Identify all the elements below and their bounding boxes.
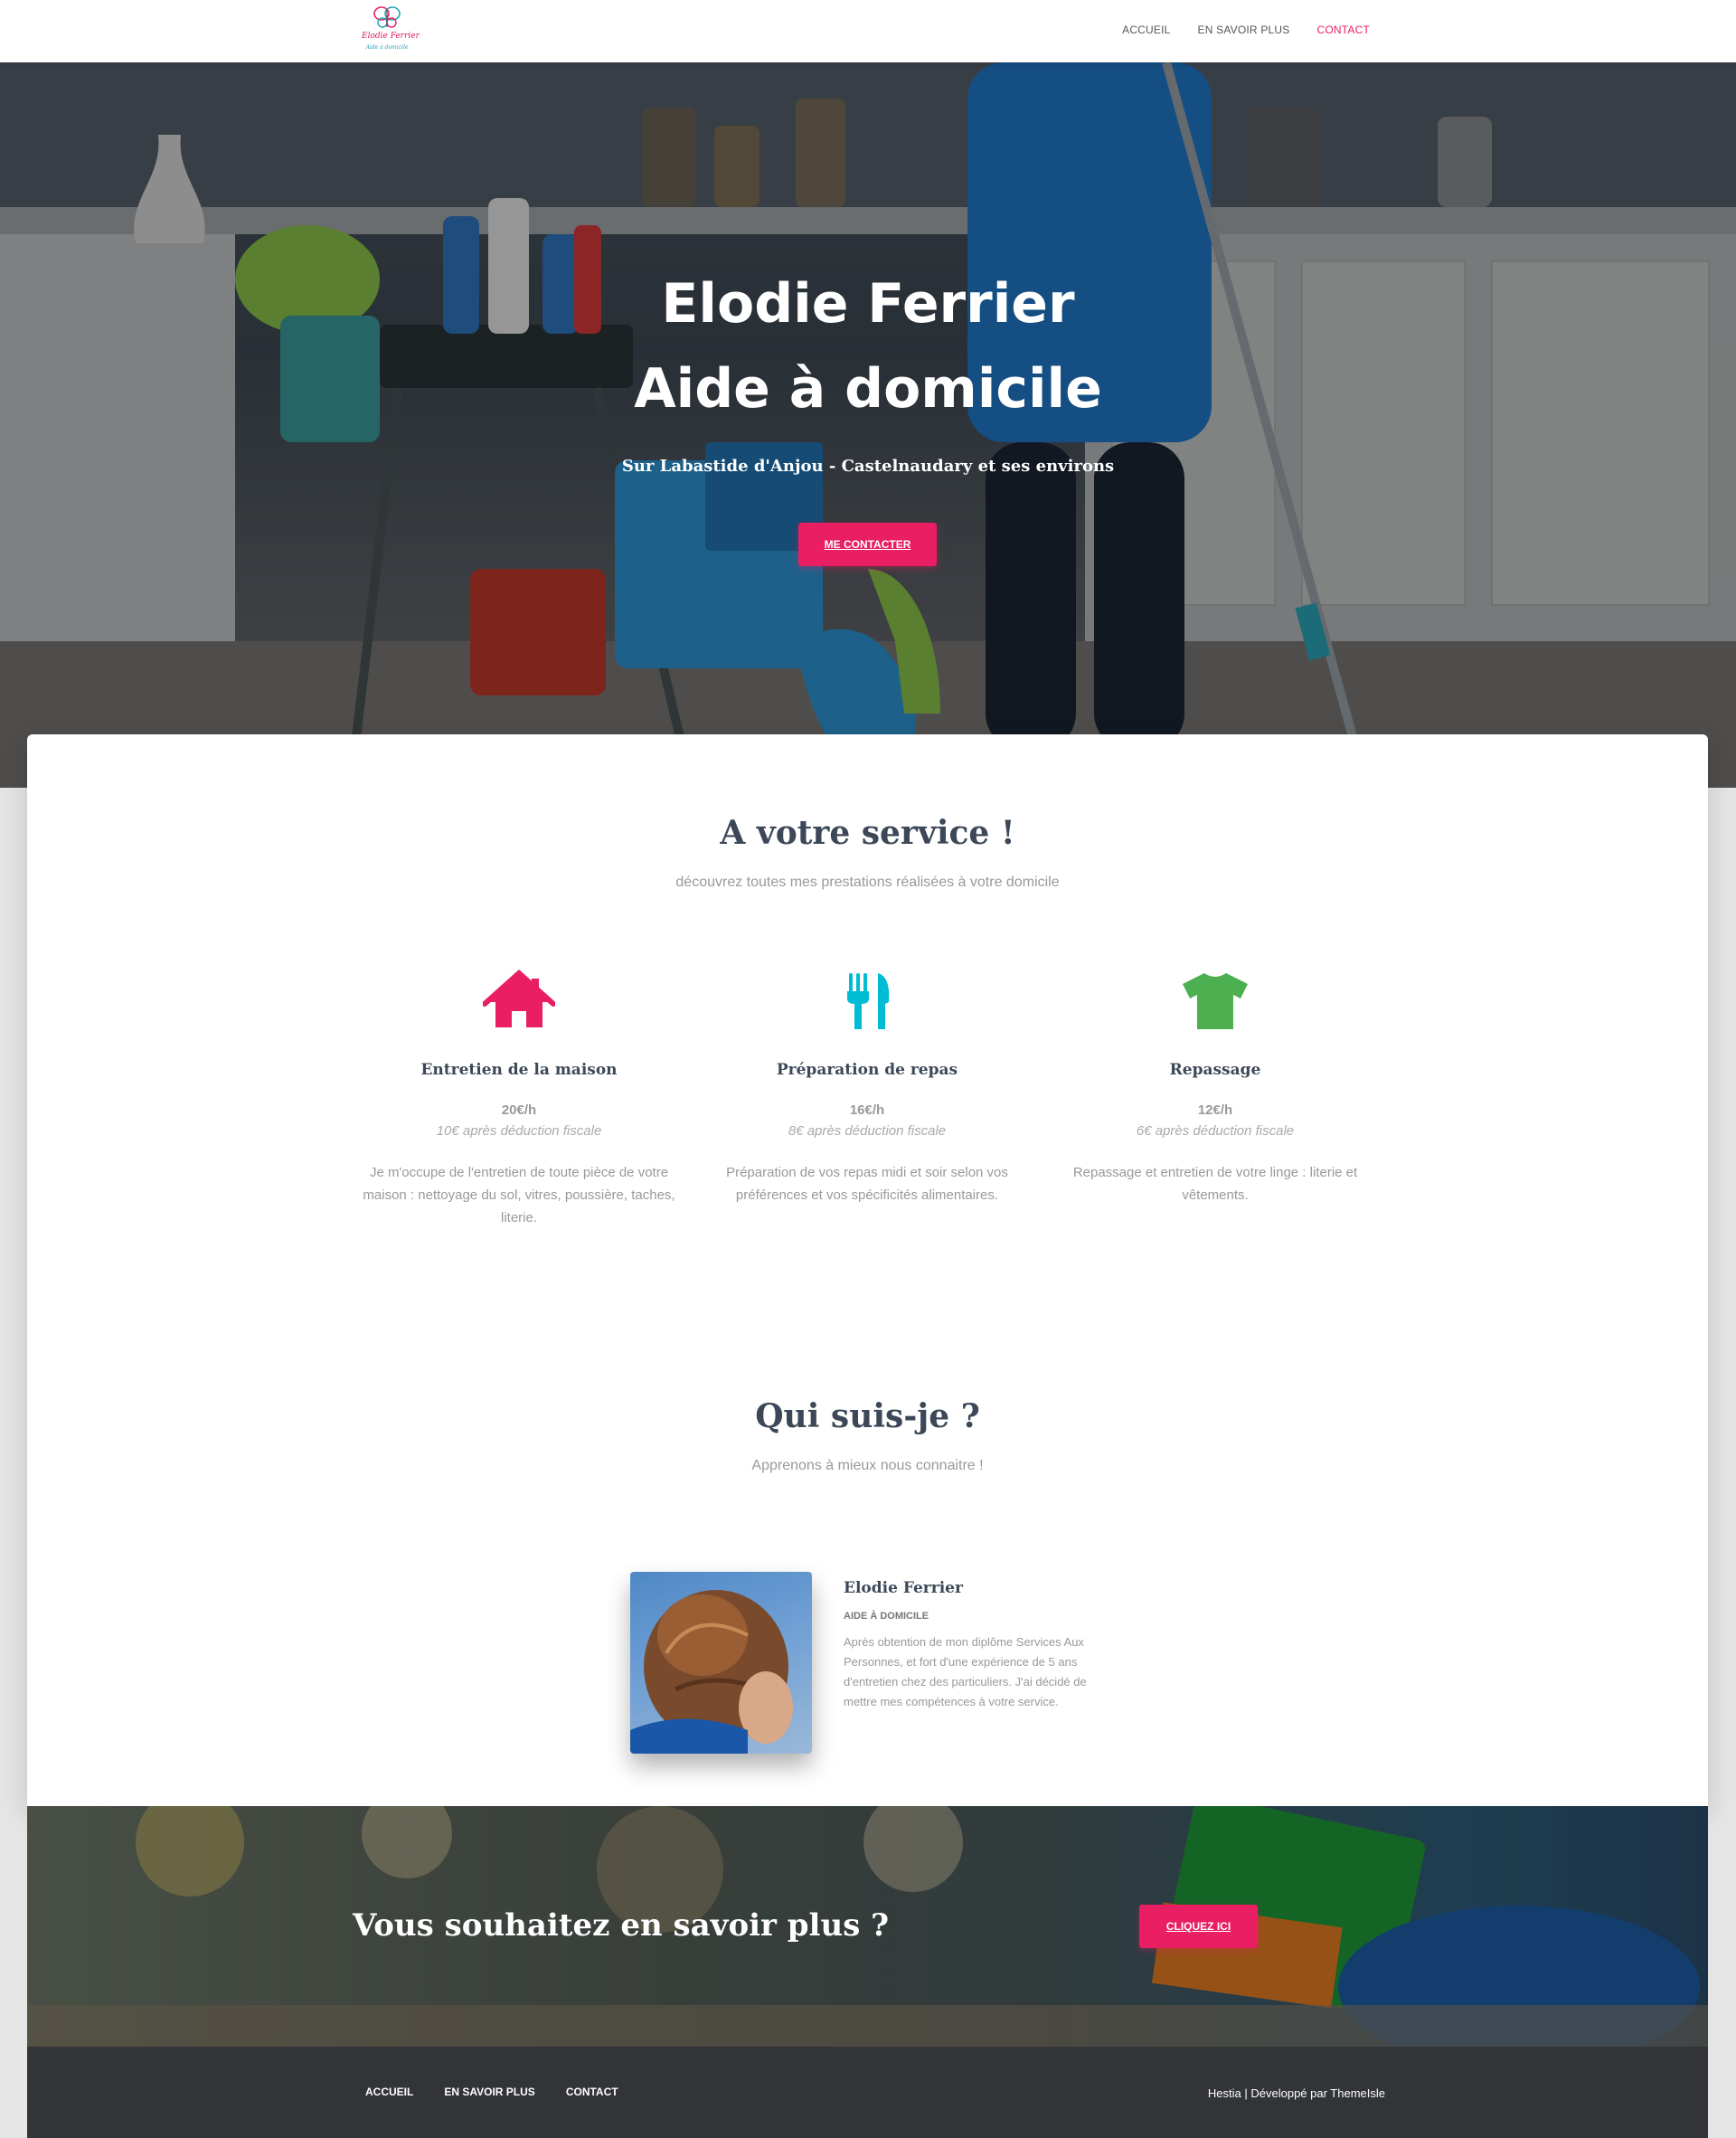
service-name: Repassage [1169, 1061, 1261, 1079]
logo-brand: Elodie Ferrier [362, 32, 420, 41]
service-card-repas: Préparation de repas 16€/h 8€ après dédu… [704, 970, 1030, 1206]
service-card-entretien: Entretien de la maison 20€/h 10€ après d… [356, 969, 682, 1229]
footer-nav: ACCUEIL EN SAVOIR PLUS CONTACT [365, 2086, 618, 2098]
service-description: Repassage et entretien de votre linge : … [1072, 1165, 1358, 1203]
navbar: Elodie Ferrier Aide à domicile ACCUEIL E… [0, 0, 1736, 62]
main-nav: ACCUEIL EN SAVOIR PLUS CONTACT [1122, 24, 1370, 36]
footer-nav-en-savoir-plus[interactable]: EN SAVOIR PLUS [444, 2086, 534, 2098]
service-name: Entretien de la maison [420, 1061, 618, 1079]
footer: ACCUEIL EN SAVOIR PLUS CONTACT Hestia | … [27, 2047, 1708, 2138]
team-member-photo [630, 1572, 812, 1754]
service-tax-note: 8€ après déduction fiscale [788, 1123, 947, 1139]
service-description: Préparation de vos repas midi et soir se… [726, 1165, 1008, 1203]
nav-accueil[interactable]: ACCUEIL [1122, 24, 1170, 36]
portrait-image [630, 1590, 793, 1754]
service-name: Préparation de repas [776, 1061, 958, 1079]
team-member-info: Elodie Ferrier AIDE À DOMICILE Après obt… [844, 1579, 1115, 1712]
nav-contact[interactable]: CONTACT [1316, 24, 1370, 36]
logo-tagline: Aide à domicile [365, 44, 409, 51]
nav-en-savoir-plus[interactable]: EN SAVOIR PLUS [1198, 24, 1290, 36]
main-content-card: A votre service ! découvrez toutes mes p… [27, 734, 1708, 1806]
service-price: 16€/h [849, 1102, 885, 1118]
service-price: 12€/h [1197, 1102, 1233, 1118]
service-tax-note: 6€ après déduction fiscale [1136, 1123, 1295, 1139]
about-subtitle: Apprenons à mieux nous connaitre ! [751, 1458, 984, 1473]
footer-nav-accueil[interactable]: ACCUEIL [365, 2086, 413, 2098]
services-subtitle: découvrez toutes mes prestations réalisé… [675, 875, 1060, 890]
footer-nav-contact[interactable]: CONTACT [566, 2086, 618, 2098]
home-icon [482, 969, 556, 1027]
cta-title: Vous souhaitez en savoir plus ? [353, 1907, 890, 1944]
tshirt-icon [1183, 973, 1248, 1029]
contact-me-button[interactable]: ME CONTACTER [798, 523, 937, 566]
team-member-name: Elodie Ferrier [844, 1579, 963, 1597]
hero-section: Elodie Ferrier Aide à domicile Sur Labas… [0, 62, 1736, 788]
service-card-repassage: Repassage 12€/h 6€ après déduction fisca… [1052, 970, 1378, 1206]
butterfly-icon [373, 6, 401, 28]
hero-subtitle: Sur Labastide d'Anjou - Castelnaudary et… [621, 457, 1115, 476]
cutlery-icon [847, 973, 890, 1029]
service-price: 20€/h [501, 1102, 537, 1118]
team-member-role: AIDE À DOMICILE [844, 1611, 929, 1622]
click-here-button[interactable]: CLIQUEZ ICI [1139, 1905, 1258, 1948]
hero-text: Elodie Ferrier Aide à domicile Sur Labas… [0, 261, 1736, 476]
services-title: A votre service ! [720, 814, 1015, 852]
about-title: Qui suis-je ? [755, 1397, 980, 1435]
hero-title-line1: Elodie Ferrier [661, 272, 1075, 336]
service-tax-note: 10€ après déduction fiscale [436, 1123, 602, 1139]
cta-section: Vous souhaitez en savoir plus ? CLIQUEZ … [27, 1806, 1708, 2047]
team-member-description: Après obtention de mon diplôme Services … [844, 1635, 1087, 1708]
hero-title-line2: Aide à domicile [634, 357, 1102, 421]
site-logo[interactable]: Elodie Ferrier Aide à domicile [362, 5, 420, 56]
footer-copyright: Hestia | Développé par ThemeIsle [1207, 2086, 1385, 2100]
service-description: Je m'occupe de l'entretien de toute pièc… [363, 1165, 675, 1225]
